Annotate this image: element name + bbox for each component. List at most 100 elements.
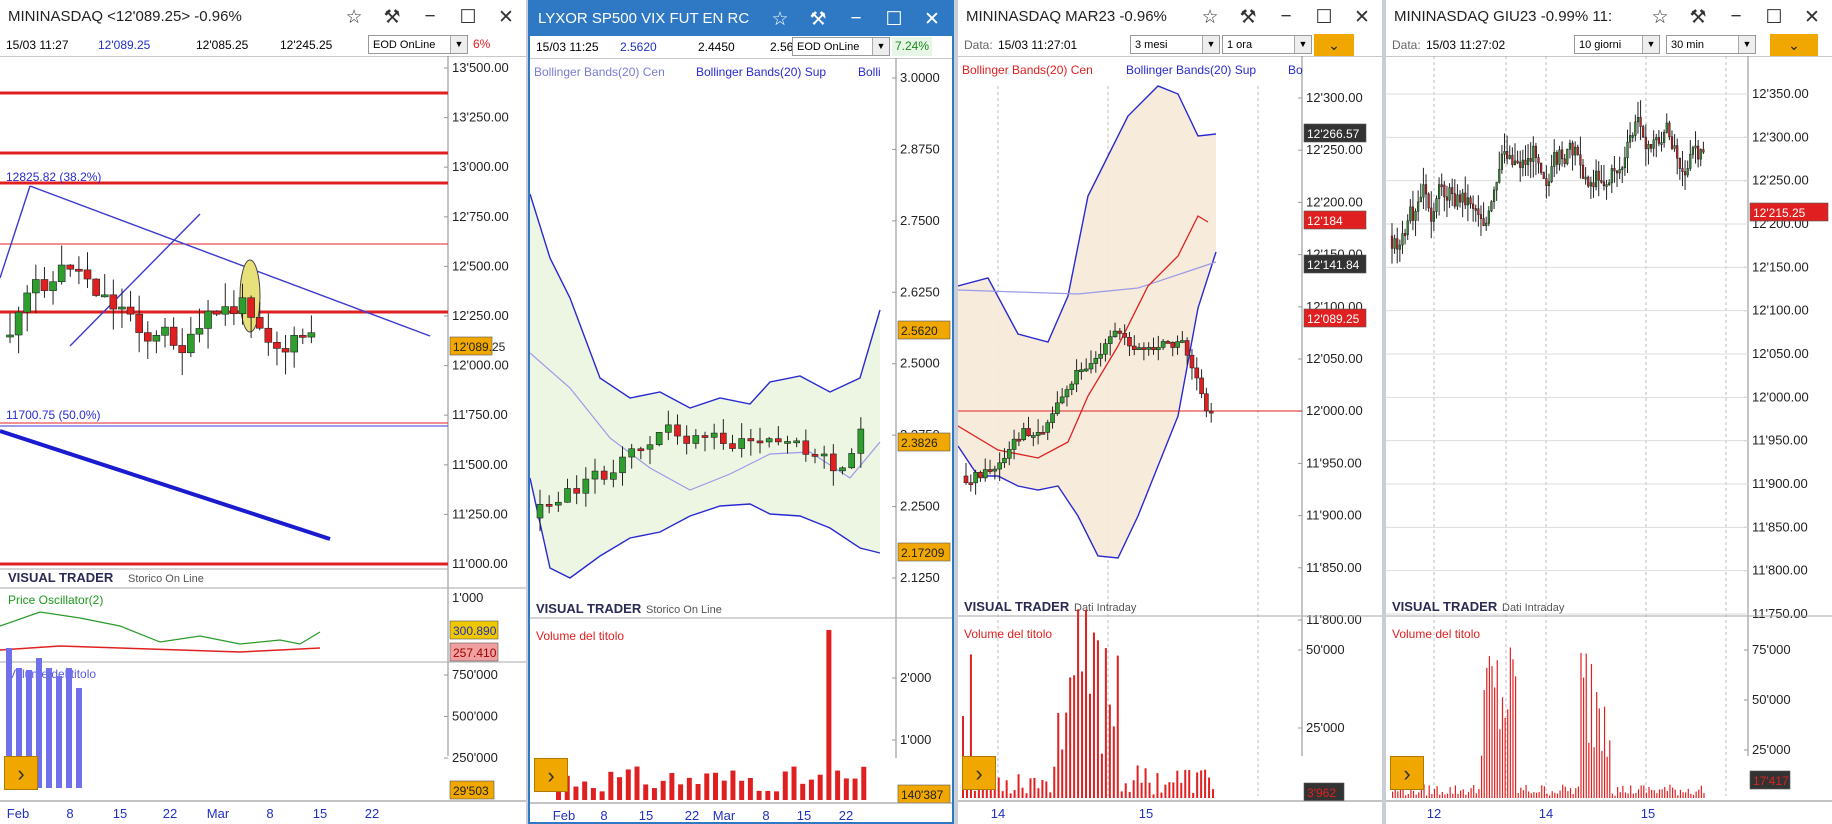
brand-logo: VISUAL TRADER <box>8 570 114 585</box>
volume-bar <box>1483 690 1485 798</box>
quote-time: 15/03 11:27:02 <box>1426 38 1506 52</box>
axis-tick-label: 12'100.00 <box>1752 303 1809 318</box>
volume-bar <box>1538 792 1540 798</box>
window-titlebar[interactable]: MININASDAQ MAR23 -0.96% ☆ ⚒ − ☐ ✕ <box>958 0 1382 34</box>
period-select[interactable]: 10 giorni ▼ <box>1574 35 1660 54</box>
volume-bar <box>1577 786 1579 798</box>
chevron-down-icon[interactable]: ▼ <box>1738 36 1755 53</box>
star-icon[interactable]: ☆ <box>1194 2 1226 32</box>
pin-icon[interactable]: ⚒ <box>376 2 408 32</box>
candle <box>1571 142 1574 156</box>
candle <box>1422 184 1425 198</box>
interval-select[interactable]: 30 min ▼ <box>1666 35 1756 54</box>
star-icon[interactable]: ☆ <box>1644 2 1676 32</box>
axis-tick-label: 12'150.00 <box>1752 259 1809 274</box>
chevron-down-icon[interactable]: ▼ <box>1294 36 1311 53</box>
chevron-down-icon[interactable]: ▼ <box>1202 36 1219 53</box>
window-titlebar[interactable]: LYXOR SP500 VIX FUT EN RC ☆ ⚒ − ☐ ✕ <box>530 2 952 36</box>
brand-sub: Dati Intraday <box>1502 602 1565 614</box>
volume-bar <box>1200 770 1203 798</box>
volume-bar <box>1645 792 1648 798</box>
chevron-down-icon[interactable]: ▼ <box>872 38 889 55</box>
x-axis-label: 22 <box>685 808 699 823</box>
volume-bar <box>76 688 82 788</box>
x-axis-label: 15 <box>1641 806 1655 821</box>
close-icon[interactable]: ✕ <box>1346 2 1378 32</box>
minimize-icon[interactable]: − <box>1720 2 1752 32</box>
volume-bar <box>774 791 780 800</box>
interval-select[interactable]: 1 ora ▼ <box>1222 35 1312 54</box>
candle <box>1011 438 1017 450</box>
price-chart[interactable]: 12'350.0012'300.0012'250.0012'200.0012'1… <box>1386 56 1832 824</box>
volume-bar <box>1061 749 1064 798</box>
volume-bar <box>1446 793 1449 798</box>
pin-icon[interactable]: ⚒ <box>1682 2 1714 32</box>
candle <box>152 334 161 342</box>
volume-bar <box>852 778 858 800</box>
candle <box>1503 151 1506 155</box>
volume-bar <box>625 769 631 800</box>
chevron-right-icon[interactable]: › <box>962 756 996 790</box>
chevron-down-icon[interactable]: ▼ <box>1642 36 1659 53</box>
candle <box>1079 369 1084 373</box>
chevron-right-icon[interactable]: › <box>1390 756 1424 790</box>
period-select[interactable]: 3 mesi ▼ <box>1130 35 1220 54</box>
chevron-right-icon[interactable]: › <box>534 758 568 792</box>
candle <box>1673 145 1676 149</box>
axis-tick-label: 75'000 <box>1752 642 1791 657</box>
price-chart[interactable]: 3.00002.87502.75002.62502.50002.37502.25… <box>530 58 952 824</box>
star-icon[interactable]: ☆ <box>764 4 796 34</box>
mode-select[interactable]: EOD OnLine ▼ <box>792 37 890 56</box>
volume-bar <box>1598 708 1600 798</box>
star-icon[interactable]: ☆ <box>338 2 370 32</box>
axis-tick-label: 12'500.00 <box>452 258 509 273</box>
candle <box>187 333 195 354</box>
candle <box>1608 182 1611 186</box>
price-chart[interactable]: 13'500.00 13'250.00 13'000.00 12'750.00 12'5… <box>0 56 526 824</box>
candle <box>987 469 993 472</box>
chevron-right-icon[interactable]: › <box>4 756 38 790</box>
volume-bar <box>1619 792 1621 798</box>
volume-bar <box>1433 789 1436 798</box>
volume-bar <box>1436 786 1438 798</box>
close-icon[interactable]: ✕ <box>916 4 948 34</box>
volume-bar <box>1606 756 1608 798</box>
volume-bar <box>1057 712 1060 798</box>
candle <box>1002 457 1007 464</box>
candle <box>1600 179 1603 183</box>
maximize-icon[interactable]: ☐ <box>452 2 484 32</box>
minimize-icon[interactable]: − <box>414 2 446 32</box>
volume-bar <box>1140 782 1143 798</box>
x-axis-label: 8 <box>762 808 769 823</box>
maximize-icon[interactable]: ☐ <box>1758 2 1790 32</box>
window-titlebar[interactable]: MININASDAQ GIU23 -0.99% 11: ☆ ⚒ − ☐ ✕ <box>1386 0 1832 34</box>
maximize-icon[interactable]: ☐ <box>1308 2 1340 32</box>
chevron-down-icon[interactable]: ▼ <box>450 36 467 53</box>
pin-icon[interactable]: ⚒ <box>1232 2 1264 32</box>
candle <box>1655 137 1658 141</box>
price-chart[interactable]: 12'300.0012'250.0012'200.0012'150.0012'1… <box>958 56 1382 824</box>
candle <box>1401 233 1404 246</box>
mode-select[interactable]: EOD OnLine ▼ <box>368 35 468 54</box>
close-icon[interactable]: ✕ <box>490 2 522 32</box>
expand-button[interactable]: ⌄ <box>1770 34 1818 56</box>
minimize-icon[interactable]: − <box>840 4 872 34</box>
candle <box>1524 159 1527 165</box>
volume-bar <box>1452 793 1454 798</box>
candle <box>1050 413 1055 423</box>
volume-bar <box>1005 780 1008 798</box>
expand-button[interactable]: ⌄ <box>1314 34 1354 56</box>
candle <box>1427 193 1430 209</box>
volume-bar <box>1514 676 1517 798</box>
candle <box>610 472 617 480</box>
minimize-icon[interactable]: − <box>1270 2 1302 32</box>
candle <box>1642 126 1645 138</box>
candle <box>997 462 1002 470</box>
window-titlebar[interactable]: MININASDAQ <12'089.25> -0.96% ☆ ⚒ − ☐ ✕ <box>0 0 526 34</box>
volume-bar <box>1658 789 1661 798</box>
axis-tick-label: 750'000 <box>452 667 498 682</box>
pin-icon[interactable]: ⚒ <box>802 4 834 34</box>
maximize-icon[interactable]: ☐ <box>878 4 910 34</box>
close-icon[interactable]: ✕ <box>1796 2 1828 32</box>
candle <box>57 264 66 283</box>
